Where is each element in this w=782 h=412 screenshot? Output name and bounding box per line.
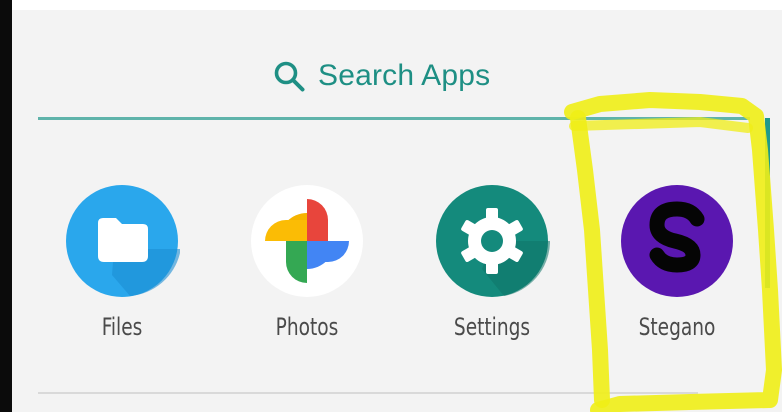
app-stegano[interactable]: Stegano — [602, 183, 752, 341]
letter-s-icon — [621, 185, 733, 297]
search-apps-label: Search Apps — [318, 59, 491, 92]
search-underline — [38, 117, 750, 120]
gear-icon — [436, 185, 550, 297]
screenshot-frame: Search Apps Files Photos Settings Stegan… — [0, 0, 782, 412]
app-label-stegano: Stegano — [638, 313, 716, 341]
app-label-files: Files — [101, 313, 143, 341]
app-settings[interactable]: Settings — [417, 183, 567, 341]
search-icon — [274, 61, 305, 92]
app-files[interactable]: Files — [47, 183, 197, 341]
bottom-divider — [38, 392, 698, 394]
pinwheel-icon — [251, 185, 363, 297]
app-label-settings: Settings — [453, 313, 531, 341]
app-label-photos: Photos — [275, 313, 339, 341]
left-black-border — [0, 0, 12, 412]
search-apps-bar[interactable]: Search Apps — [272, 52, 490, 100]
folder-icon — [66, 185, 180, 297]
app-photos[interactable]: Photos — [232, 183, 382, 341]
next-page-edge — [765, 118, 770, 288]
